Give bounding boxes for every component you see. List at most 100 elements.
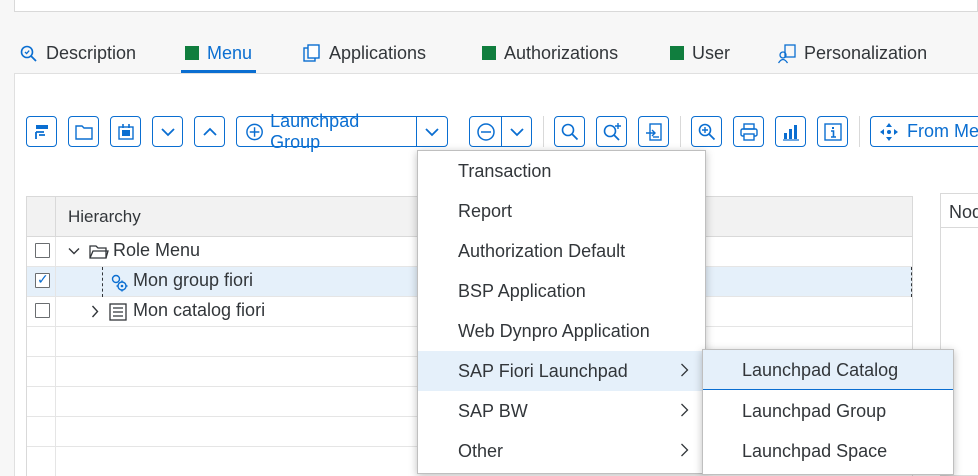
row-select-cell [27,297,56,326]
bar-chart-icon [782,124,799,141]
description-icon [20,44,38,62]
print-icon [739,122,758,141]
node-panel-title: Node [949,202,978,222]
launchpad-group-dropdown[interactable] [416,116,448,147]
applications-icon [303,44,321,62]
menu-item-label: Other [458,441,504,461]
menu-item-label: Launchpad Catalog [742,360,899,380]
toolbar-separator [680,116,681,147]
navigation-icon [880,122,898,141]
chart-button[interactable] [775,116,806,147]
expand-all-button[interactable] [26,116,57,147]
menu-item-label: BSP Application [458,281,586,301]
menu-item-sap-fiori-launchpad[interactable]: SAP Fiori Launchpad [418,351,705,391]
submenu-item-launchpad-group[interactable]: Launchpad Group [703,391,953,431]
row-select-cell [27,387,56,416]
tab-label: Menu [207,43,253,63]
chevron-down-icon [160,127,175,136]
row-checkbox[interactable] [35,271,50,288]
launchpad-group-button[interactable]: Launchpad Group [236,111,417,152]
menu-item-label: Report [458,201,513,221]
remove-button[interactable] [469,116,502,147]
chevron-down-icon[interactable] [68,247,80,256]
tab-user[interactable]: User [670,38,730,74]
tab-label: User [692,43,731,63]
tab-bar: Description Menu Applications Authorizat… [14,38,978,74]
row-select-cell [27,267,56,296]
menu-item-label: Launchpad Group [742,401,887,421]
row-select-cell [27,237,56,266]
folder-icon [74,124,93,140]
export-button[interactable] [638,116,669,147]
toolbar-separator [543,116,544,147]
menu-item-web-dynpro-application[interactable]: Web Dynpro Application [418,311,705,351]
menu-item-other[interactable]: Other [418,431,705,471]
tab-label: Description [46,43,137,63]
folder-button[interactable] [68,116,99,147]
add-node-menu: Transaction Report Authorization Default… [417,150,706,474]
chevron-right-icon[interactable] [91,305,100,318]
search-plus-icon [603,122,621,141]
menu-item-label: SAP BW [458,401,528,421]
row-select-cell [27,417,56,446]
chevron-right-icon [681,363,689,377]
menu-item-transaction[interactable]: Transaction [418,151,705,191]
green-status-square [482,46,496,60]
submenu-item-launchpad-space[interactable]: Launchpad Space [703,431,953,471]
chevron-down-icon [509,127,524,136]
find-next-button[interactable] [596,116,627,147]
info-button[interactable] [817,116,848,147]
chevron-up-icon [202,127,217,136]
toolbar-separator [859,116,860,147]
personalization-icon [777,44,796,64]
tab-personalization[interactable]: Personalization [777,38,928,74]
catalog-icon [109,303,127,321]
from-menu-button[interactable]: From Menu [870,116,978,147]
search-icon [561,123,578,140]
green-status-square [670,46,684,60]
menu-item-label: Authorization Default [458,241,626,261]
tab-label: Authorizations [504,43,619,63]
transport-icon [117,123,134,140]
tab-label: Applications [329,43,427,63]
row-checkbox[interactable] [35,303,50,318]
launchpad-group-label: Launchpad Group [270,110,360,152]
print-button[interactable] [733,116,764,147]
chevron-right-icon [681,443,689,457]
tab-applications[interactable]: Applications [303,38,426,74]
move-up-button[interactable] [194,116,225,147]
chevron-down-icon [425,127,439,136]
expand-all-icon [34,124,48,139]
column-header-hierarchy: Hierarchy [68,207,141,226]
row-select-cell [27,327,56,356]
menu-item-bsp-application[interactable]: BSP Application [418,271,705,311]
add-circle-icon [246,123,263,140]
row-checkbox[interactable] [35,243,50,258]
tab-menu[interactable]: Menu [180,38,257,74]
transport-button[interactable] [110,116,141,147]
menu-item-label: Web Dynpro Application [458,321,650,341]
tab-authorizations[interactable]: Authorizations [482,38,618,74]
select-all-cell[interactable] [27,197,56,236]
menu-item-authorization-default[interactable]: Authorization Default [418,231,705,271]
menu-item-report[interactable]: Report [418,191,705,231]
row-select-cell [27,447,56,476]
tab-label: Personalization [804,43,928,63]
chevron-right-icon [681,403,689,417]
menu-item-sap-bw[interactable]: SAP BW [418,391,705,431]
folder-open-icon [89,245,109,259]
remove-dropdown[interactable] [501,116,532,147]
tab-description[interactable]: Description [20,38,136,74]
green-status-square [185,46,199,60]
zoom-in-icon [698,123,715,140]
submenu-item-launchpad-catalog[interactable]: Launchpad Catalog [703,350,953,390]
move-down-button[interactable] [152,116,183,147]
info-icon [823,122,842,141]
zoom-in-button[interactable] [691,116,722,147]
from-menu-label: From Menu [907,121,978,141]
row-label: Role Menu [113,240,201,260]
menu-item-label: Transaction [458,161,552,181]
row-select-cell [27,357,56,386]
menu-item-label: Launchpad Space [742,441,888,461]
find-button[interactable] [554,116,585,147]
